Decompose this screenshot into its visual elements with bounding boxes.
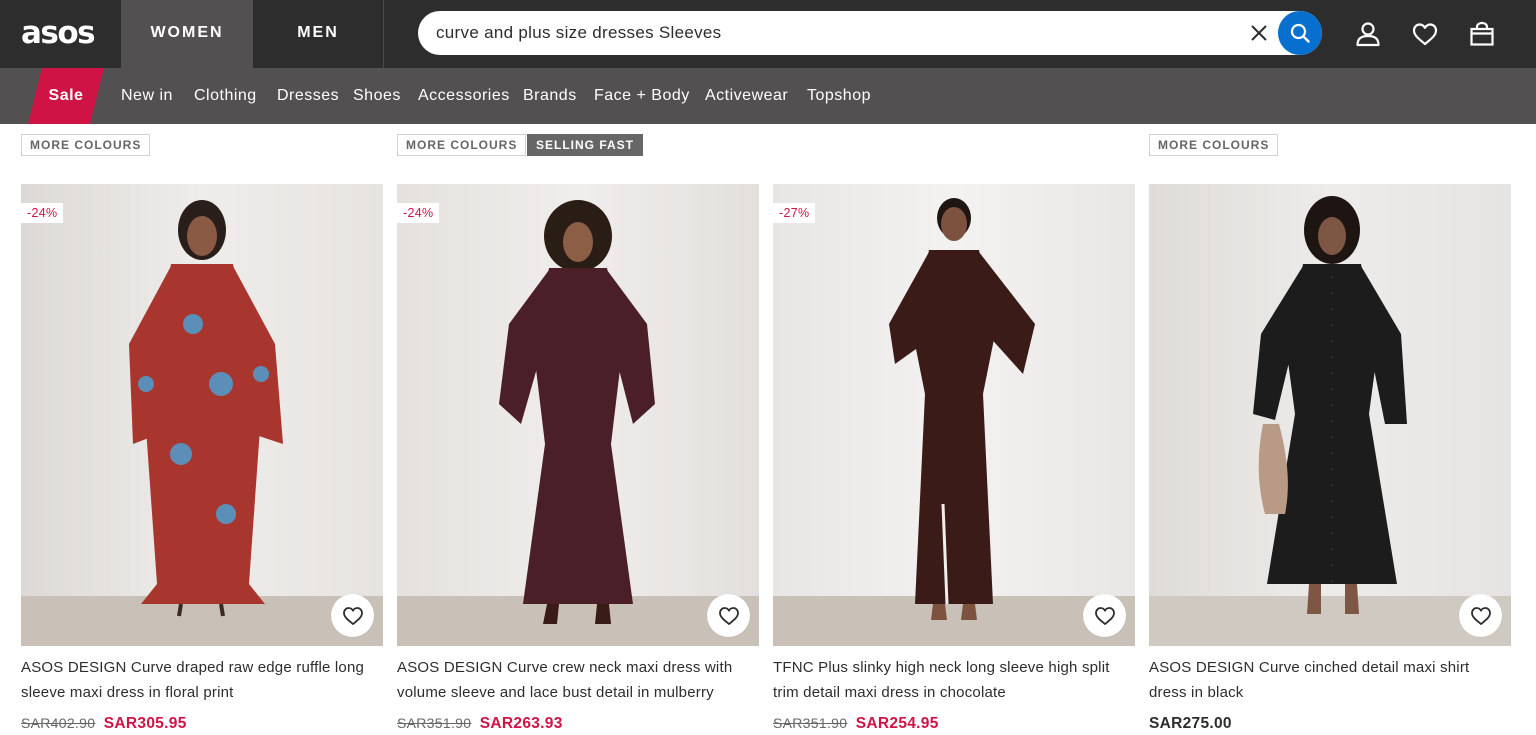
nav-item-clothing[interactable]: Clothing — [194, 68, 257, 124]
save-for-later-button[interactable] — [331, 594, 374, 637]
heart-icon[interactable] — [1411, 20, 1439, 48]
original-price: SAR402.90 — [21, 715, 96, 731]
product-image[interactable]: -24% — [21, 184, 383, 646]
clear-search-icon[interactable] — [1248, 22, 1270, 44]
product-card[interactable]: -24% ASOS DESIGN Curve draped raw edge r… — [21, 184, 383, 735]
sale-price: SAR305.95 — [103, 715, 187, 732]
heart-icon — [1471, 607, 1491, 625]
product-title[interactable]: TFNC Plus slinky high neck long sleeve h… — [773, 655, 1135, 705]
nav-item-new-in[interactable]: New in — [121, 68, 173, 124]
search-button[interactable] — [1278, 11, 1322, 55]
discount-badge: -24% — [21, 203, 64, 223]
search-input[interactable] — [436, 11, 1236, 55]
nav-item-dresses[interactable]: Dresses — [277, 68, 339, 124]
save-for-later-button[interactable] — [1459, 594, 1502, 637]
product-title[interactable]: ASOS DESIGN Curve cinched detail maxi sh… — [1149, 655, 1511, 705]
product-card[interactable]: -24% ASOS DESIGN Curve crew neck maxi dr… — [397, 184, 759, 735]
heart-icon — [719, 607, 739, 625]
more-colours-badge[interactable]: MORE COLOURS — [1149, 134, 1279, 156]
divider — [383, 0, 384, 68]
nav-item-face-body[interactable]: Face + Body — [594, 68, 690, 124]
discount-badge: -27% — [773, 203, 816, 223]
heart-icon — [1095, 607, 1115, 625]
asos-logo[interactable]: asos — [21, 14, 101, 52]
tab-women[interactable]: WOMEN — [121, 0, 253, 68]
product-card[interactable]: -27% TFNC Plus slinky high neck long sle… — [773, 184, 1135, 735]
nav-item-accessories[interactable]: Accessories — [418, 68, 510, 124]
nav-item-shoes[interactable]: Shoes — [353, 68, 401, 124]
regular-price: SAR275.00 — [1149, 715, 1232, 732]
search-bar — [418, 11, 1322, 55]
top-bar: asos WOMEN MEN — [0, 0, 1536, 68]
nav-item-topshop[interactable]: Topshop — [807, 68, 871, 124]
selling-fast-badge: SELLING FAST — [527, 134, 644, 156]
heart-icon — [343, 607, 363, 625]
tab-men[interactable]: MEN — [253, 0, 383, 68]
product-image[interactable] — [1149, 184, 1511, 646]
bag-icon[interactable] — [1468, 20, 1496, 48]
product-title[interactable]: ASOS DESIGN Curve draped raw edge ruffle… — [21, 655, 383, 705]
product-title[interactable]: ASOS DESIGN Curve crew neck maxi dress w… — [397, 655, 759, 705]
sale-price: SAR263.93 — [479, 715, 563, 732]
product-card[interactable]: ASOS DESIGN Curve cinched detail maxi sh… — [1149, 184, 1511, 735]
nav-item-sale[interactable]: Sale — [28, 68, 104, 124]
price: SAR402.90 SAR305.95 — [21, 715, 187, 733]
price: SAR275.00 — [1149, 715, 1232, 733]
search-icon — [1290, 23, 1310, 43]
more-colours-badge[interactable]: MORE COLOURS — [21, 134, 151, 156]
original-price: SAR351.90 — [397, 715, 472, 731]
sale-price: SAR254.95 — [855, 715, 939, 732]
product-image[interactable]: -24% — [397, 184, 759, 646]
original-price: SAR351.90 — [773, 715, 848, 731]
price: SAR351.90 SAR254.95 — [773, 715, 939, 733]
save-for-later-button[interactable] — [1083, 594, 1126, 637]
more-colours-badge[interactable]: MORE COLOURS — [397, 134, 527, 156]
product-image[interactable]: -27% — [773, 184, 1135, 646]
category-nav: Sale New in Clothing Dresses Shoes Acces… — [0, 68, 1536, 124]
nav-item-brands[interactable]: Brands — [523, 68, 577, 124]
price: SAR351.90 SAR263.93 — [397, 715, 563, 733]
nav-item-activewear[interactable]: Activewear — [705, 68, 788, 124]
discount-badge: -24% — [397, 203, 440, 223]
save-for-later-button[interactable] — [707, 594, 750, 637]
user-icon[interactable] — [1354, 20, 1382, 48]
sale-label: Sale — [48, 87, 84, 104]
